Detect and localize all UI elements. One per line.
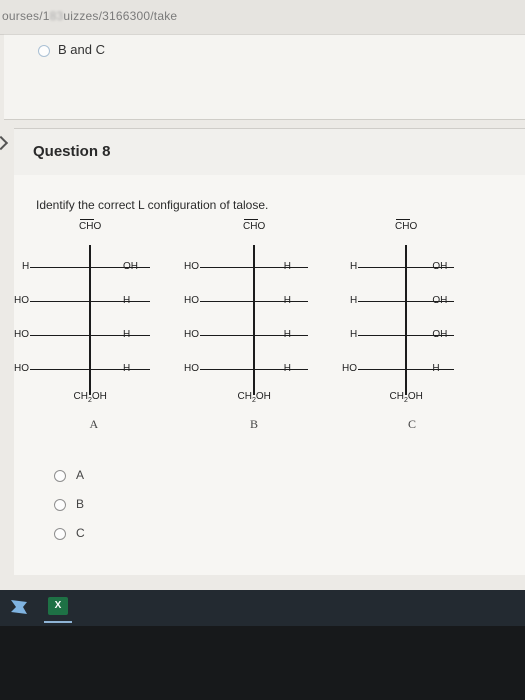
fischer-right-group: H: [283, 261, 291, 272]
fischer-left-group: HO: [184, 329, 199, 340]
question-prompt: Identify the correct L configuration of …: [36, 198, 269, 212]
url-bar[interactable]: ourses/183uizzes/3166300/take: [0, 0, 525, 35]
fischer-bond: [30, 334, 150, 336]
fischer-left-group: HO: [184, 261, 199, 272]
fischer-right-group: H: [432, 363, 440, 374]
fischer-top-group: CHO: [395, 221, 418, 232]
radio-button[interactable]: [54, 527, 66, 540]
browser-screen: ourses/183uizzes/3166300/take B and C Qu…: [0, 0, 525, 590]
active-app-indicator: [44, 621, 72, 623]
fischer-backbone-a: [89, 245, 91, 395]
previous-option-label: B and C: [58, 42, 105, 57]
radio-button[interactable]: [54, 498, 66, 511]
fischer-right-group: H: [123, 363, 131, 374]
fischer-left-group: HO: [184, 295, 199, 306]
url-blurred: 83: [49, 9, 64, 23]
fischer-bond: [200, 334, 308, 336]
fischer-bond: [30, 300, 150, 302]
cho-overbar: [244, 219, 258, 220]
radio-button[interactable]: [54, 469, 66, 482]
fischer-backbone-b: [253, 245, 255, 395]
answer-option-b[interactable]: B: [54, 497, 84, 511]
question-header: Question 8: [14, 128, 525, 176]
fischer-bottom-group: CH2OH: [389, 391, 423, 405]
fischer-right-group: OH: [123, 261, 138, 272]
fischer-left-group: H: [350, 261, 358, 272]
fischer-bond: [30, 368, 150, 370]
fischer-bottom-group: CH2OH: [73, 391, 107, 405]
fischer-left-group: H: [350, 295, 358, 306]
fischer-right-group: OH: [432, 261, 448, 272]
previous-question-card: B and C: [4, 34, 525, 120]
fischer-left-group: HO: [184, 363, 199, 374]
fischer-left-group: HO: [14, 329, 29, 340]
fischer-top-group: CHO: [243, 221, 266, 232]
url-text: ourses/183uizzes/3166300/take: [2, 9, 177, 23]
answer-option-label: A: [76, 468, 85, 482]
answer-option-a[interactable]: A: [54, 468, 84, 482]
fischer-left-group: H: [22, 261, 30, 272]
url-end: uizzes/3166300/take: [63, 9, 178, 23]
answer-option-label: B: [76, 497, 85, 511]
fischer-right-group: H: [283, 363, 291, 374]
fischer-right-group: OH: [432, 329, 448, 340]
question-body: Identify the correct L configuration of …: [14, 175, 525, 575]
cho-overbar: [80, 219, 94, 220]
question-title: Question 8: [33, 143, 111, 160]
fischer-bond: [200, 266, 308, 268]
cho-overbar: [396, 219, 410, 220]
fischer-right-group: H: [283, 295, 291, 306]
fischer-left-group: HO: [342, 363, 357, 374]
fischer-bottom-group: CH2OH: [237, 391, 271, 405]
answer-option-label: C: [76, 526, 85, 540]
url-start: ourses/1: [2, 9, 50, 23]
previous-answer-option[interactable]: B and C: [38, 42, 105, 57]
fischer-bond: [200, 300, 308, 302]
fischer-right-group: H: [283, 329, 291, 340]
taskbar: X: [0, 590, 525, 626]
fischer-right-group: OH: [432, 295, 448, 306]
start-icon[interactable]: [10, 598, 28, 616]
radio-button[interactable]: [38, 44, 50, 57]
fischer-right-group: H: [123, 329, 131, 340]
fischer-backbone-c: [405, 245, 407, 395]
fischer-right-group: H: [123, 295, 131, 306]
fischer-left-group: H: [350, 329, 358, 340]
fischer-top-group: CHO: [79, 221, 102, 232]
answer-option-c[interactable]: C: [54, 526, 85, 540]
monitor-bezel: [0, 626, 525, 700]
fischer-left-group: HO: [14, 363, 29, 374]
structure-letter: B: [250, 417, 259, 431]
chevron-right-icon[interactable]: [0, 135, 9, 151]
excel-icon[interactable]: X: [48, 597, 68, 615]
fischer-bond: [200, 368, 308, 370]
fischer-left-group: HO: [14, 295, 29, 306]
structure-letter: A: [89, 417, 99, 431]
structure-letter: C: [408, 417, 417, 431]
